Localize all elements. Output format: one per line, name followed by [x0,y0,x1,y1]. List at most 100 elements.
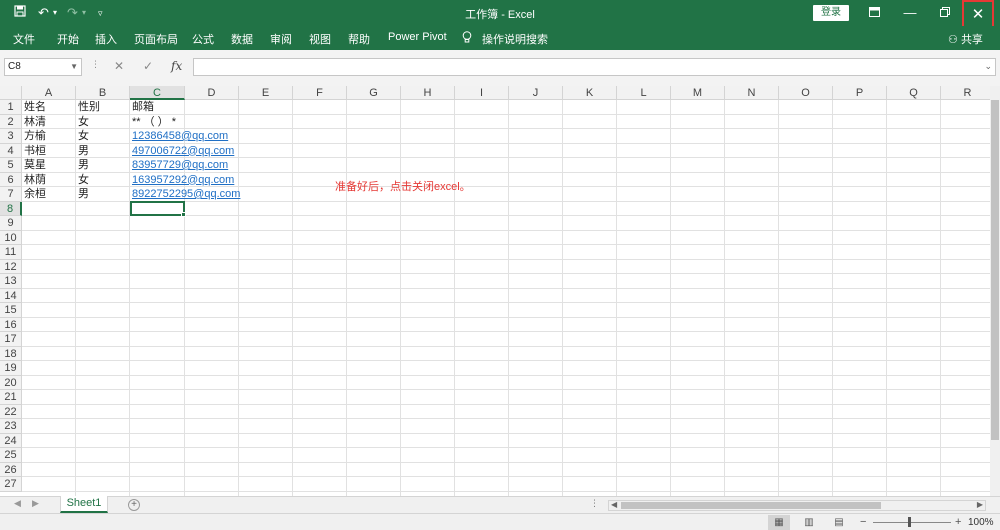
column-header-g[interactable]: G [347,86,401,100]
column-header-h[interactable]: H [401,86,455,100]
row-header-25[interactable]: 25 [0,448,22,463]
tab-insert[interactable]: 插入 [95,31,117,47]
row-header-23[interactable]: 23 [0,419,22,434]
tab-formulas[interactable]: 公式 [192,31,214,47]
tab-power-pivot[interactable]: Power Pivot [388,31,447,43]
active-cell-c8[interactable] [130,201,186,217]
row-header-19[interactable]: 19 [0,361,22,376]
tab-home[interactable]: 开始 [57,31,79,47]
row-header-14[interactable]: 14 [0,288,22,303]
normal-view-icon[interactable]: ▦ [768,515,790,530]
cell-a3[interactable]: 方榆 [22,129,76,144]
column-header-c[interactable]: C [130,86,185,100]
vertical-scrollbar[interactable] [990,86,1000,496]
tell-me-search[interactable]: 操作说明搜索 [482,31,548,47]
column-header-r[interactable]: R [941,86,990,100]
share-button[interactable]: ⚇ 共享 [948,31,983,47]
prev-sheet-icon[interactable]: ◀ [14,498,21,509]
column-header-q[interactable]: Q [887,86,941,100]
zoom-level[interactable]: 100% [968,517,994,528]
cell-c6[interactable]: 163957292@qq.com [130,173,234,188]
scroll-left-icon[interactable]: ◀ [611,500,617,509]
column-header-j[interactable]: J [509,86,563,100]
cell-a1[interactable]: 姓名 [22,100,76,115]
column-header-k[interactable]: K [563,86,617,100]
cell-c5[interactable]: 83957729@qq.com [130,158,228,173]
row-header-22[interactable]: 22 [0,404,22,419]
row-header-8[interactable]: 8 [0,201,22,216]
restore-icon[interactable] [927,0,963,26]
row-header-18[interactable]: 18 [0,346,22,361]
column-header-f[interactable]: F [293,86,347,100]
zoom-out-icon[interactable]: − [860,516,866,528]
scroll-right-icon[interactable]: ▶ [977,500,983,509]
cancel-icon[interactable]: ✕ [114,59,124,73]
cell-b7[interactable]: 男 [76,187,130,202]
cell-b3[interactable]: 女 [76,129,130,144]
row-header-1[interactable]: 1 [0,100,22,115]
row-header-26[interactable]: 26 [0,462,22,477]
page-layout-view-icon[interactable]: ▥ [798,515,820,530]
tab-review[interactable]: 审阅 [270,31,292,47]
column-header-a[interactable]: A [22,86,76,100]
login-button[interactable]: 登录 [813,5,849,21]
expand-formula-icon[interactable]: ⌄ [984,61,992,72]
column-header-l[interactable]: L [617,86,671,100]
fill-handle[interactable] [181,212,186,217]
zoom-slider-thumb[interactable] [908,517,911,527]
row-header-21[interactable]: 21 [0,390,22,405]
column-header-b[interactable]: B [76,86,130,100]
row-header-15[interactable]: 15 [0,303,22,318]
insert-function-icon[interactable]: fx [171,59,182,73]
cell-c2[interactable]: ** （ ） * [130,115,176,130]
row-header-5[interactable]: 5 [0,158,22,173]
cell-b5[interactable]: 男 [76,158,130,173]
column-header-m[interactable]: M [671,86,725,100]
cell-c3[interactable]: 12386458@qq.com [130,129,228,144]
row-header-7[interactable]: 7 [0,187,22,202]
column-header-d[interactable]: D [185,86,239,100]
row-header-20[interactable]: 20 [0,375,22,390]
tab-data[interactable]: 数据 [231,31,253,47]
horizontal-scroll-thumb[interactable] [621,502,881,509]
row-header-9[interactable]: 9 [0,216,22,231]
row-header-6[interactable]: 6 [0,172,22,187]
zoom-in-icon[interactable]: + [955,516,961,528]
cell-a5[interactable]: 莫星 [22,158,76,173]
cell-c1[interactable]: 邮箱 [130,100,185,115]
column-header-p[interactable]: P [833,86,887,100]
ribbon-display-icon[interactable] [856,0,892,26]
formula-input[interactable]: ⌄ [193,58,996,76]
worksheet-grid[interactable]: ABCDEFGHIJKLMNOPQR 1 2 3 4 5 6 7 8 9 10 11 12 13 14 15… [0,86,990,496]
vertical-scroll-thumb[interactable] [991,100,999,440]
row-header-27[interactable]: 27 [0,477,22,492]
cell-a7[interactable]: 余桓 [22,187,76,202]
name-box[interactable]: C8 ▼ [4,58,82,76]
enter-icon[interactable]: ✓ [143,59,153,73]
row-header-12[interactable]: 12 [0,259,22,274]
column-header-e[interactable]: E [239,86,293,100]
tab-help[interactable]: 帮助 [348,31,370,47]
column-header-o[interactable]: O [779,86,833,100]
row-header-2[interactable]: 2 [0,114,22,129]
row-header-3[interactable]: 3 [0,129,22,144]
column-header-n[interactable]: N [725,86,779,100]
sheet-tab-sheet1[interactable]: Sheet1 [60,496,108,513]
minimize-icon[interactable]: — [892,0,928,26]
row-header-4[interactable]: 4 [0,143,22,158]
row-header-11[interactable]: 11 [0,245,22,260]
zoom-slider[interactable] [873,522,951,523]
tab-page-layout[interactable]: 页面布局 [134,31,178,47]
cell-c7[interactable]: 8922752295@qq.com [130,187,240,202]
row-header-13[interactable]: 13 [0,274,22,289]
page-break-view-icon[interactable]: ▤ [828,515,850,530]
row-header-16[interactable]: 16 [0,317,22,332]
chevron-down-icon[interactable]: ▼ [70,59,78,75]
cell-b6[interactable]: 女 [76,173,130,188]
tab-view[interactable]: 视图 [309,31,331,47]
cell-b2[interactable]: 女 [76,115,130,130]
row-header-10[interactable]: 10 [0,230,22,245]
horizontal-scrollbar[interactable]: ◀ ▶ [608,500,986,511]
cell-a2[interactable]: 林清 [22,115,76,130]
lightbulb-icon[interactable] [462,31,472,46]
